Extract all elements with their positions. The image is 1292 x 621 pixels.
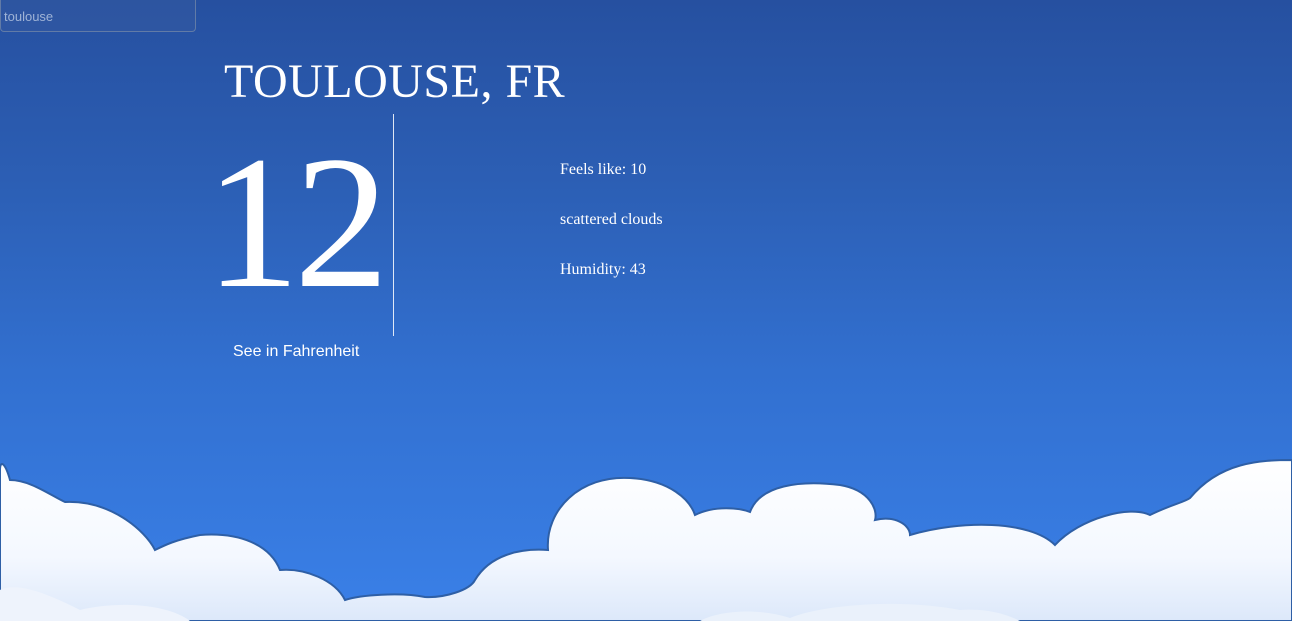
humidity-text: Humidity: 43 (560, 261, 646, 278)
city-title: TOULOUSE, FR (224, 55, 566, 108)
city-search-input[interactable] (3, 6, 192, 26)
search-box[interactable] (0, 0, 196, 32)
weather-description: scattered clouds (560, 211, 663, 228)
temperature-value: 12 (205, 118, 389, 328)
divider (393, 114, 394, 336)
fahrenheit-toggle-button[interactable]: See in Fahrenheit (233, 342, 359, 362)
feels-like-text: Feels like: 10 (560, 161, 647, 178)
clouds-illustration (0, 458, 1292, 621)
